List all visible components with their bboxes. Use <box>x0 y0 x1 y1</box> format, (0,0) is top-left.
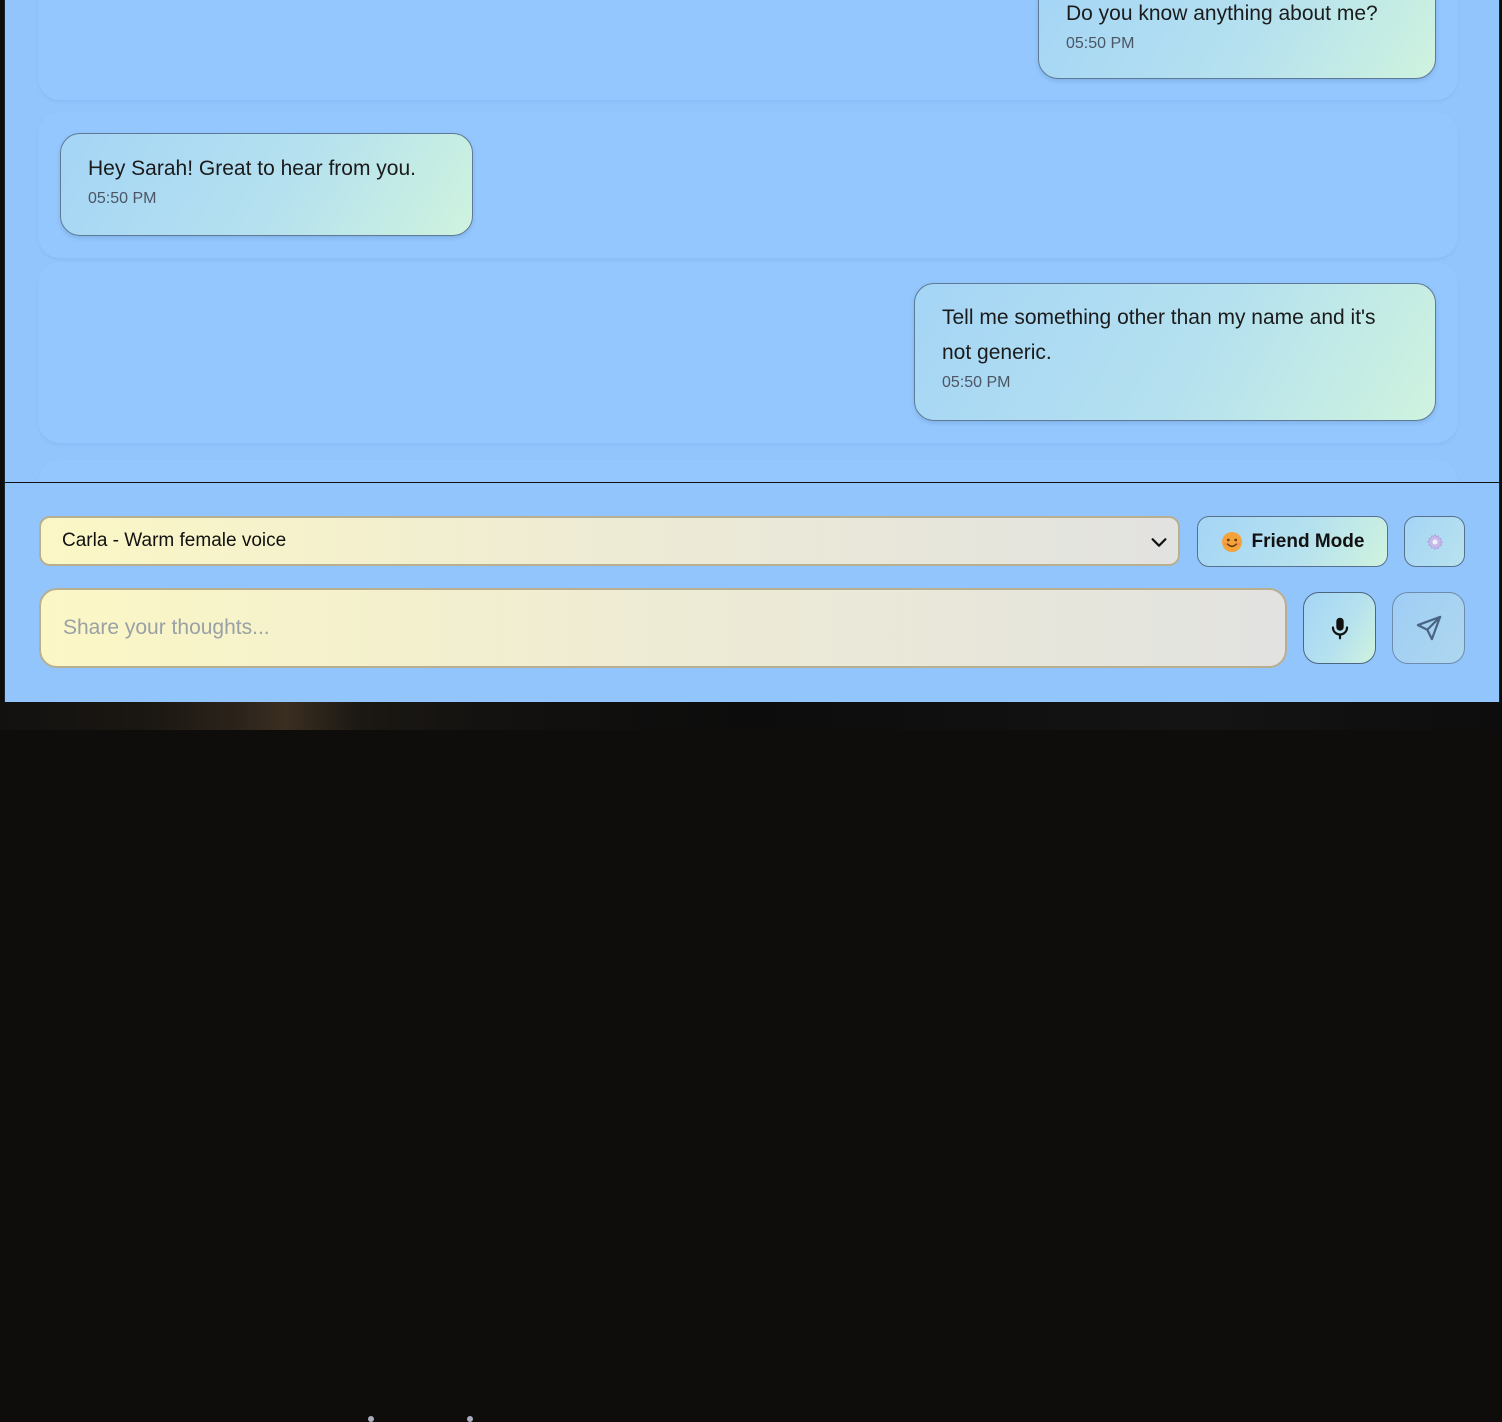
friend-mode-label: Friend Mode <box>1251 530 1365 552</box>
message-row <box>38 460 1458 482</box>
message-timestamp: 05:50 PM <box>88 190 157 207</box>
settings-button[interactable] <box>1404 516 1465 567</box>
chat-app-window: Do you know anything about me? 05:50 PM … <box>4 0 1500 702</box>
assistant-message-bubble: Hey Sarah! Great to hear from you. 05:50… <box>60 133 473 236</box>
user-message-bubble: Tell me something other than my name and… <box>914 283 1436 421</box>
voice-select-value: Carla - Warm female voice <box>62 530 287 551</box>
friend-mode-button[interactable]: Friend Mode <box>1197 516 1388 567</box>
message-row: Tell me something other than my name and… <box>38 262 1458 443</box>
user-message-bubble: Do you know anything about me? 05:50 PM <box>1038 0 1436 79</box>
message-row: Do you know anything about me? 05:50 PM <box>38 0 1458 100</box>
message-text: Tell me something other than my name and… <box>942 306 1376 364</box>
microphone-button[interactable] <box>1303 592 1376 664</box>
composer-divider <box>5 482 1499 483</box>
voice-select[interactable]: Carla - Warm female voice <box>39 516 1180 566</box>
smiling-face-icon <box>1221 531 1242 552</box>
microphone-icon <box>1331 617 1348 640</box>
send-icon <box>1416 615 1441 641</box>
message-timestamp: 05:50 PM <box>1066 35 1135 52</box>
background-light <box>368 1416 374 1422</box>
message-row: Hey Sarah! Great to hear from you. 05:50… <box>38 112 1458 258</box>
chevron-down-icon <box>1151 538 1167 547</box>
chat-message-list[interactable]: Do you know anything about me? 05:50 PM … <box>5 0 1499 482</box>
send-button[interactable] <box>1392 592 1465 664</box>
message-text: Do you know anything about me? <box>1066 2 1378 25</box>
message-input-placeholder: Share your thoughts... <box>63 616 270 639</box>
gear-icon <box>1426 533 1443 550</box>
message-text: Hey Sarah! Great to hear from you. <box>88 157 416 180</box>
message-timestamp: 05:50 PM <box>942 374 1011 391</box>
desktop-background <box>0 700 1502 1422</box>
background-light <box>467 1416 473 1422</box>
message-input[interactable]: Share your thoughts... <box>39 588 1287 668</box>
